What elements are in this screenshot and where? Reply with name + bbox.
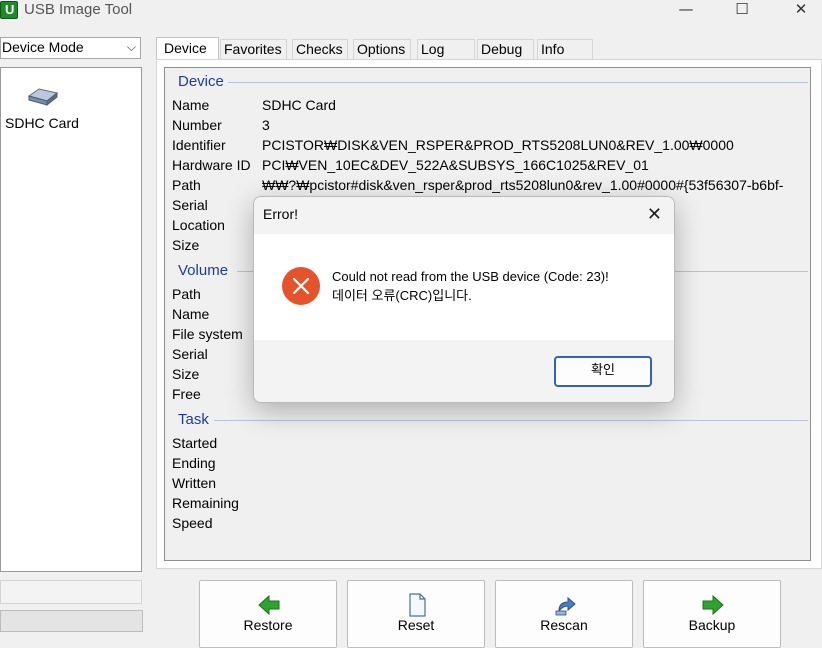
status-bar xyxy=(0,580,142,604)
reset-label: Reset xyxy=(397,617,435,633)
mode-select-value: Device Mode xyxy=(2,39,84,55)
row-label: File system xyxy=(172,326,243,342)
chevron-down-icon: ⌵ xyxy=(126,40,136,54)
device-item-sdhc-card[interactable]: SDHC Card xyxy=(5,78,85,138)
close-button[interactable]: ✕ xyxy=(781,0,821,20)
dialog-message-line1: Could not read from the USB device (Code… xyxy=(332,269,609,284)
group-divider xyxy=(228,82,808,83)
row-label: Path xyxy=(172,286,201,302)
restore-button[interactable]: Restore xyxy=(199,580,337,648)
row-label: Remaining xyxy=(172,495,239,511)
row-label: Written xyxy=(172,475,217,491)
ok-button[interactable]: 확인 xyxy=(554,356,652,387)
app-icon-letter: U xyxy=(5,2,15,17)
restore-label: Restore xyxy=(243,617,293,633)
error-dialog: Error! ✕ Could not read from the USB dev… xyxy=(253,196,675,403)
dialog-body: Could not read from the USB device (Code… xyxy=(254,234,674,340)
title-bar: U USB Image Tool — ☐ ✕ xyxy=(0,0,822,22)
tab-info[interactable]: Info xyxy=(537,39,593,60)
tab-log[interactable]: Log xyxy=(417,39,475,60)
row-value: ₩₩?₩pcistor#disk&ven_rsper&prod_rts5208l… xyxy=(262,177,784,193)
row-value: PCISTOR₩DISK&VEN_RSPER&PROD_RTS5208LUN0&… xyxy=(262,137,734,153)
progress-bar xyxy=(0,610,143,632)
row-value: 3 xyxy=(262,117,270,133)
row-label: Location xyxy=(172,217,225,233)
tab-debug[interactable]: Debug xyxy=(477,39,534,60)
row-label: Serial xyxy=(172,346,208,362)
row-label: Size xyxy=(172,366,200,382)
dialog-message-line2: 데이터 오류(CRC)입니다. xyxy=(332,288,472,303)
reset-button[interactable]: Reset xyxy=(347,580,485,648)
arrow-left-icon xyxy=(258,594,280,616)
window-title: USB Image Tool xyxy=(24,1,133,18)
tab-options[interactable]: Options xyxy=(353,39,411,60)
error-icon xyxy=(282,267,320,305)
mode-select[interactable]: Device Mode ⌵ xyxy=(0,37,141,59)
tab-device[interactable]: Device xyxy=(156,37,219,60)
dialog-footer: 확인 xyxy=(254,340,674,402)
row-label: Name xyxy=(172,97,210,113)
backup-label: Backup xyxy=(688,617,736,633)
sd-card-icon xyxy=(27,88,59,107)
dialog-title-bar: Error! ✕ xyxy=(254,197,674,234)
app-icon: U xyxy=(0,1,18,19)
minimize-button[interactable]: — xyxy=(666,0,706,20)
group-title-volume: Volume xyxy=(178,262,229,279)
row-label: Number xyxy=(172,117,222,133)
row-label: Path xyxy=(172,177,201,193)
backup-button[interactable]: Backup xyxy=(643,580,781,648)
row-label: Started xyxy=(172,435,218,451)
row-label: Name xyxy=(172,306,210,322)
row-value: SDHC Card xyxy=(262,97,336,113)
row-label: Size xyxy=(172,237,200,253)
group-title-task: Task xyxy=(178,411,209,428)
tab-favorites[interactable]: Favorites xyxy=(220,39,287,60)
dialog-message: Could not read from the USB device (Code… xyxy=(332,267,609,305)
dialog-close-button[interactable]: ✕ xyxy=(647,204,662,225)
tab-checks[interactable]: Checks xyxy=(292,39,348,60)
rescan-button[interactable]: Rescan xyxy=(495,580,633,648)
row-label: Ending xyxy=(172,455,216,471)
row-value: PCI₩VEN_10EC&DEV_522A&SUBSYS_166C1025&RE… xyxy=(262,157,649,173)
refresh-icon xyxy=(555,596,576,616)
document-icon xyxy=(409,593,426,617)
row-label: Hardware ID xyxy=(172,157,251,173)
group-title-device: Device xyxy=(178,73,224,90)
arrow-right-icon xyxy=(702,594,724,616)
dialog-title: Error! xyxy=(263,206,298,222)
group-divider xyxy=(214,420,808,421)
rescan-label: Rescan xyxy=(540,617,588,633)
row-label: Speed xyxy=(172,515,213,531)
row-label: Identifier xyxy=(172,137,226,153)
maximize-button[interactable]: ☐ xyxy=(722,0,762,20)
row-label: Free xyxy=(172,386,201,402)
device-list: SDHC Card xyxy=(0,67,142,572)
device-item-label: SDHC Card xyxy=(5,115,79,131)
row-label: Serial xyxy=(172,197,208,213)
